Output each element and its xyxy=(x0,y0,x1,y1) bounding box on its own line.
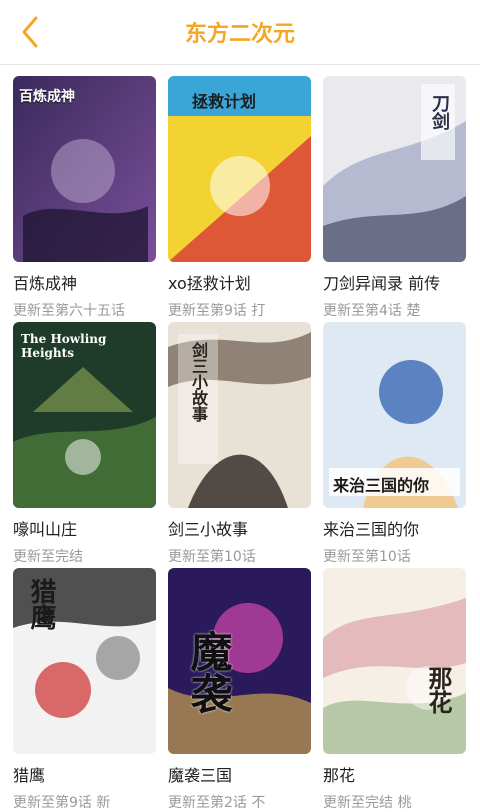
comic-card[interactable]: 魔袭 魔袭三国 更新至第2话 不 xyxy=(168,568,311,811)
comic-title: 魔袭三国 xyxy=(168,766,233,785)
top-bar: 东方二次元 xyxy=(0,0,480,65)
comic-cover: 猎鹰 xyxy=(13,568,156,754)
comic-title: xo拯救计划 xyxy=(168,274,251,293)
comic-cover: 拯救计划 xyxy=(168,76,311,262)
comic-update: 更新至第10话 xyxy=(323,549,411,565)
comic-update: 更新至第2话 不 xyxy=(168,795,266,811)
comic-title: 刀剑异闻录 前传 xyxy=(323,274,441,293)
cover-title: 猎鹰 xyxy=(26,578,56,630)
comic-title: 嚎叫山庄 xyxy=(13,520,78,539)
comic-grid: 百炼成神 百炼成神 更新至第六十五话 拯救计划 xo拯救计划 更新至第9话 打 xyxy=(13,76,466,811)
comic-update: 更新至第4话 楚 xyxy=(323,303,421,319)
comic-title: 那花 xyxy=(323,766,356,785)
comic-cover: 剑三小故事 xyxy=(168,322,311,508)
cover-title: The Howling Heights xyxy=(21,332,107,360)
comic-update: 更新至第9话 新 xyxy=(13,795,111,811)
cover-title: 剑三小故事 xyxy=(189,342,208,422)
comic-card[interactable]: The Howling Heights 嚎叫山庄 更新至完结 xyxy=(13,322,156,565)
comic-title: 来治三国的你 xyxy=(323,520,420,539)
comic-cover: 魔袭 xyxy=(168,568,311,754)
comic-cover: 来治三国的你 xyxy=(323,322,466,508)
comic-update: 更新至完结 xyxy=(13,549,83,565)
comic-card[interactable]: 那花 那花 更新至完结 桃 xyxy=(323,568,466,811)
comic-title: 剑三小故事 xyxy=(168,520,249,539)
comic-cover: The Howling Heights xyxy=(13,322,156,508)
comic-card[interactable]: 猎鹰 猎鹰 更新至第9话 新 xyxy=(13,568,156,811)
comic-title: 猎鹰 xyxy=(13,766,46,785)
comic-cover: 百炼成神 xyxy=(13,76,156,262)
comic-update: 更新至第10话 xyxy=(168,549,256,565)
comic-cover: 刀剑 xyxy=(323,76,466,262)
comic-title: 百炼成神 xyxy=(13,274,78,293)
comic-card[interactable]: 百炼成神 百炼成神 更新至第六十五话 xyxy=(13,76,156,319)
cover-title: 百炼成神 xyxy=(19,89,75,105)
cover-title: 那花 xyxy=(424,666,453,714)
comic-update: 更新至完结 桃 xyxy=(323,795,412,811)
comic-card[interactable]: 拯救计划 xo拯救计划 更新至第9话 打 xyxy=(168,76,311,319)
comic-cover: 那花 xyxy=(323,568,466,754)
comic-card[interactable]: 刀剑 刀剑异闻录 前传 更新至第4话 楚 xyxy=(323,76,466,319)
cover-title: 魔袭 xyxy=(184,630,233,714)
cover-title: 拯救计划 xyxy=(192,92,257,111)
comic-update: 更新至第9话 打 xyxy=(168,303,266,319)
comic-update: 更新至第六十五话 xyxy=(13,303,125,319)
cover-title: 刀剑 xyxy=(429,94,450,130)
cover-title: 来治三国的你 xyxy=(333,476,430,495)
page-title: 东方二次元 xyxy=(184,22,295,47)
comic-card[interactable]: 剑三小故事 剑三小故事 更新至第10话 xyxy=(168,322,311,565)
comic-card[interactable]: 来治三国的你 来治三国的你 更新至第10话 xyxy=(323,322,466,565)
